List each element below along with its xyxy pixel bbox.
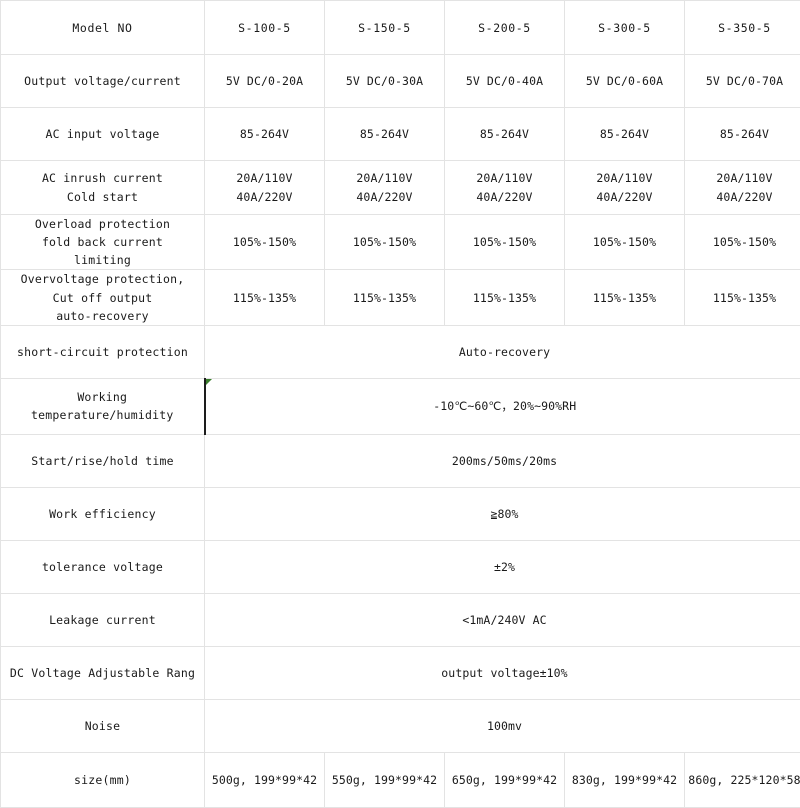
value-cell: 105%-150% [325,215,445,270]
header-model-s-100-5: S-100-5 [205,1,325,55]
header-model-s-200-5: S-200-5 [445,1,565,55]
param-label: Start/rise/hold time [1,434,205,487]
table-row: AC inrush current Cold start 20A/110V 40… [1,161,800,215]
value-cell: 650g, 199*99*42 [445,752,565,807]
param-label: Noise [1,699,205,752]
table-row: Work efficiency ≧80% [1,487,800,540]
value-cell-merged: 200ms/50ms/20ms [205,434,800,487]
value-cell: 5V DC/0-40A [445,55,565,108]
value-cell: 115%-135% [685,270,800,325]
table-row: Start/rise/hold time 200ms/50ms/20ms [1,434,800,487]
param-label: Overvoltage protection, Cut off output a… [1,270,205,325]
param-label: DC Voltage Adjustable Rang [1,646,205,699]
param-label: Work efficiency [1,487,205,540]
header-model-s-150-5: S-150-5 [325,1,445,55]
value-cell: 115%-135% [445,270,565,325]
header-model-no: Model NO [1,1,205,55]
table-header: Model NO S-100-5 S-150-5 S-200-5 S-300-5… [1,1,800,55]
value-cell-merged: ±2% [205,540,800,593]
table-row: Working temperature/humidity -10℃~60℃，20… [1,378,800,434]
value-cell: 115%-135% [205,270,325,325]
param-label: Working temperature/humidity [1,378,205,434]
param-label: size(mm) [1,752,205,807]
value-cell: 105%-150% [205,215,325,270]
value-cell: 85-264V [205,108,325,161]
value-cell-merged: Auto-recovery [205,325,800,378]
param-label: Output voltage/current [1,55,205,108]
value-cell-merged-selected[interactable]: -10℃~60℃，20%~90%RH [205,378,800,434]
value-cell: 5V DC/0-20A [205,55,325,108]
param-label: AC inrush current Cold start [1,161,205,215]
value-cell: 20A/110V 40A/220V [445,161,565,215]
value-cell: 5V DC/0-70A [685,55,800,108]
table-row: size(mm) 500g, 199*99*42 550g, 199*99*42… [1,752,800,807]
header-model-s-300-5: S-300-5 [565,1,685,55]
param-label: tolerance voltage [1,540,205,593]
value-cell: 20A/110V 40A/220V [685,161,800,215]
table-body: Output voltage/current 5V DC/0-20A 5V DC… [1,55,800,808]
value-cell: 20A/110V 40A/220V [325,161,445,215]
value-cell-merged: output voltage±10% [205,646,800,699]
table-row: Output voltage/current 5V DC/0-20A 5V DC… [1,55,800,108]
value-cell: 20A/110V 40A/220V [565,161,685,215]
param-label: AC input voltage [1,108,205,161]
value-cell: 105%-150% [445,215,565,270]
value-cell: 550g, 199*99*42 [325,752,445,807]
power-supply-spec-table: Model NO S-100-5 S-150-5 S-200-5 S-300-5… [0,0,800,808]
value-cell: 500g, 199*99*42 [205,752,325,807]
param-label: Leakage current [1,593,205,646]
header-row: Model NO S-100-5 S-150-5 S-200-5 S-300-5… [1,1,800,55]
value-cell: 105%-150% [685,215,800,270]
value-cell: 105%-150% [565,215,685,270]
table-row: tolerance voltage ±2% [1,540,800,593]
table-row: Noise 100mv [1,699,800,752]
table-row: Overvoltage protection, Cut off output a… [1,270,800,325]
table-row: DC Voltage Adjustable Rang output voltag… [1,646,800,699]
param-label: short-circuit protection [1,325,205,378]
value-cell: 5V DC/0-60A [565,55,685,108]
value-cell: 830g, 199*99*42 [565,752,685,807]
value-cell: 85-264V [685,108,800,161]
value-cell-merged: <1mA/240V AC [205,593,800,646]
table-row: short-circuit protection Auto-recovery [1,325,800,378]
comment-flag-icon [206,379,212,385]
value-cell: 115%-135% [565,270,685,325]
value-cell: 115%-135% [325,270,445,325]
table-row: Overload protection fold back current li… [1,215,800,270]
value-cell-merged: 100mv [205,699,800,752]
value-cell: 860g, 225*120*58 [685,752,800,807]
value-cell: 85-264V [565,108,685,161]
table-row: AC input voltage 85-264V 85-264V 85-264V… [1,108,800,161]
value-cell: 20A/110V 40A/220V [205,161,325,215]
param-label: Overload protection fold back current li… [1,215,205,270]
value-cell: 5V DC/0-30A [325,55,445,108]
value-cell: 85-264V [325,108,445,161]
value-cell-merged: ≧80% [205,487,800,540]
header-model-s-350-5: S-350-5 [685,1,800,55]
value-text: -10℃~60℃，20%~90%RH [433,399,576,413]
table-row: Leakage current <1mA/240V AC [1,593,800,646]
value-cell: 85-264V [445,108,565,161]
